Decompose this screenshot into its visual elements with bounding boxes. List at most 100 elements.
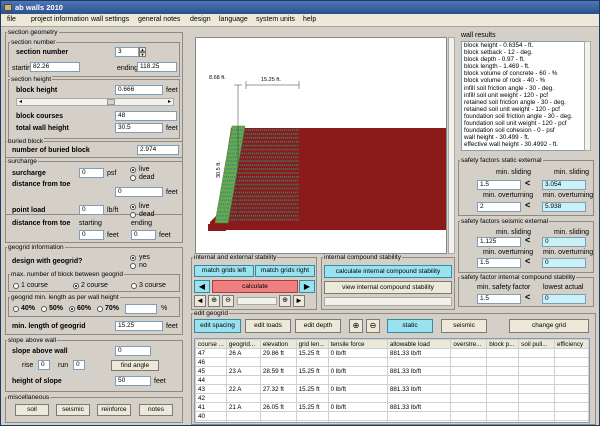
ending-input[interactable]: 118.25 (137, 62, 177, 72)
menu-file[interactable]: file (7, 16, 16, 23)
table-cell[interactable]: 23 A (225, 366, 261, 376)
table-cell[interactable]: 0 lb/ft (327, 402, 388, 412)
zoom-in-icon[interactable]: ⊕ (208, 295, 220, 307)
table-cell[interactable] (554, 420, 589, 422)
table-cell[interactable] (518, 366, 556, 376)
column-header[interactable]: tensile force (327, 339, 388, 349)
table-cell[interactable]: 881.33 lb/ft (386, 366, 452, 376)
table-cell[interactable] (386, 411, 452, 421)
column-header[interactable]: geogrid... (225, 339, 261, 349)
table-cell[interactable] (327, 375, 388, 385)
table-row[interactable]: 43 22 A 27.32 ft 15.25 ft 0 lb/ft 881.33 lb/f… (195, 384, 589, 394)
table-cell[interactable] (486, 393, 520, 403)
zoom-in-grid-icon[interactable]: ⊕ (349, 319, 363, 333)
result-item[interactable]: block height - 0.6354 - ft. (462, 42, 590, 50)
column-header[interactable]: grid len... (295, 339, 329, 349)
geogrid-table[interactable]: course ... geogrid... elevation grid len...… (194, 338, 590, 423)
pct-50-radio[interactable] (41, 306, 47, 312)
table-cell[interactable] (486, 357, 520, 367)
run-input[interactable]: 0 (73, 360, 85, 370)
table-cell[interactable] (450, 393, 488, 403)
geogrid-yes-radio[interactable] (130, 255, 136, 261)
table-cell[interactable]: 43 (195, 384, 227, 394)
table-cell[interactable]: 44 (195, 375, 227, 385)
section-number-input[interactable]: 3 (115, 47, 139, 57)
column-header[interactable]: allowable load (386, 339, 452, 349)
table-cell[interactable]: 45 (195, 366, 227, 376)
table-row[interactable]: 41 21 A 26.05 ft 15.25 ft 0 lb/ft 881.33 lb/f… (195, 402, 589, 412)
distance-starting-input[interactable]: 0 (79, 230, 104, 240)
find-angle-button[interactable]: find angle (111, 360, 159, 371)
block-courses-input[interactable]: 48 (115, 111, 177, 121)
result-item[interactable]: block depth - 0.97 - ft. (462, 56, 590, 63)
table-cell[interactable] (486, 384, 520, 394)
table-cell[interactable] (450, 411, 488, 421)
result-item[interactable]: infill soil friction angle - 30 - deg. (462, 85, 590, 92)
total-wall-height-input[interactable]: 30.5 (115, 123, 163, 133)
menu-general-notes[interactable]: general notes (138, 16, 180, 23)
table-cell[interactable]: 881.33 lb/ft (386, 348, 452, 358)
pct-60-radio[interactable] (69, 306, 75, 312)
table-cell[interactable] (295, 411, 329, 421)
block-height-slider[interactable]: ◂ ▸ (16, 98, 174, 106)
table-cell[interactable]: 15.25 ft (295, 348, 329, 358)
column-header[interactable]: block p... (486, 339, 520, 349)
notes-button[interactable]: notes (139, 404, 173, 416)
result-item[interactable]: retained soil unit weight - 120 - pcf (462, 106, 590, 113)
arrow-right-small-icon[interactable]: ► (293, 295, 305, 307)
result-item[interactable]: foundation soil unit weight - 120 - pcf (462, 120, 590, 127)
table-cell[interactable]: 0 lb/ft (327, 366, 388, 376)
table-cell[interactable] (486, 375, 520, 385)
calculate-button[interactable]: calculate (212, 280, 298, 293)
table-cell[interactable] (554, 375, 589, 385)
table-cell[interactable] (295, 393, 329, 403)
custom-pct-input[interactable] (125, 304, 157, 314)
edit-loads-button[interactable]: edit loads (245, 319, 291, 333)
calculate-compound-button[interactable]: calculate internal compound stability (324, 265, 452, 278)
table-cell[interactable]: 29.86 ft (259, 348, 297, 358)
canvas-scrollbar[interactable] (448, 37, 455, 254)
table-cell[interactable] (386, 375, 452, 385)
result-item[interactable]: foundation soil cohesion - 0 - psf (462, 127, 590, 134)
table-cell[interactable] (486, 411, 520, 421)
menu-project-information[interactable]: project information (31, 16, 89, 23)
table-cell[interactable]: 15.25 ft (295, 420, 329, 422)
table-cell[interactable]: 24.78 ft (259, 420, 297, 422)
table-cell[interactable] (486, 420, 520, 422)
table-cell[interactable] (386, 393, 452, 403)
surcharge-live-radio[interactable] (130, 167, 136, 173)
table-row[interactable]: 45 23 A 28.59 ft 15.25 ft 0 lb/ft 881.33 lb/f… (195, 366, 589, 376)
scroll-left-icon[interactable]: ◂ (19, 98, 22, 105)
geogrid-no-radio[interactable] (130, 263, 136, 269)
table-cell[interactable] (259, 357, 297, 367)
table-cell[interactable]: 27.32 ft (259, 384, 297, 394)
point-load-input[interactable]: 0 (79, 205, 104, 215)
change-grid-button[interactable]: change grid (509, 319, 589, 333)
distance-from-toe-input[interactable]: 0 (115, 187, 163, 197)
table-cell[interactable]: 881.33 lb/ft (386, 420, 452, 422)
table-cell[interactable]: 39 (195, 420, 227, 422)
table-cell[interactable] (259, 393, 297, 403)
table-cell[interactable]: 881.33 lb/ft (386, 402, 452, 412)
table-cell[interactable] (518, 402, 556, 412)
column-header[interactable]: soil pull... (518, 339, 556, 349)
match-grids-left-button[interactable]: match grids left (194, 265, 254, 277)
table-cell[interactable]: 15.25 ft (295, 384, 329, 394)
table-cell[interactable] (225, 375, 261, 385)
table-cell[interactable] (554, 357, 589, 367)
static-min-sliding-input[interactable]: 1.5 (477, 180, 521, 190)
reinforce-button[interactable]: reinforce (97, 404, 131, 416)
table-cell[interactable] (259, 375, 297, 385)
result-item[interactable]: effective wall height - 30.4992 - ft. (462, 141, 590, 148)
column-header[interactable]: elevation (259, 339, 297, 349)
table-cell[interactable]: 0 lb/ft (327, 348, 388, 358)
table-cell[interactable] (450, 348, 488, 358)
table-cell[interactable] (554, 411, 589, 421)
table-cell[interactable] (518, 357, 556, 367)
table-cell[interactable] (327, 357, 388, 367)
table-cell[interactable]: 42 (195, 393, 227, 403)
zoom-slider[interactable] (237, 297, 277, 305)
result-item[interactable]: block volume of concrete - 60 - % (462, 70, 590, 77)
table-cell[interactable]: 22 A (225, 384, 261, 394)
table-cell[interactable] (554, 402, 589, 412)
